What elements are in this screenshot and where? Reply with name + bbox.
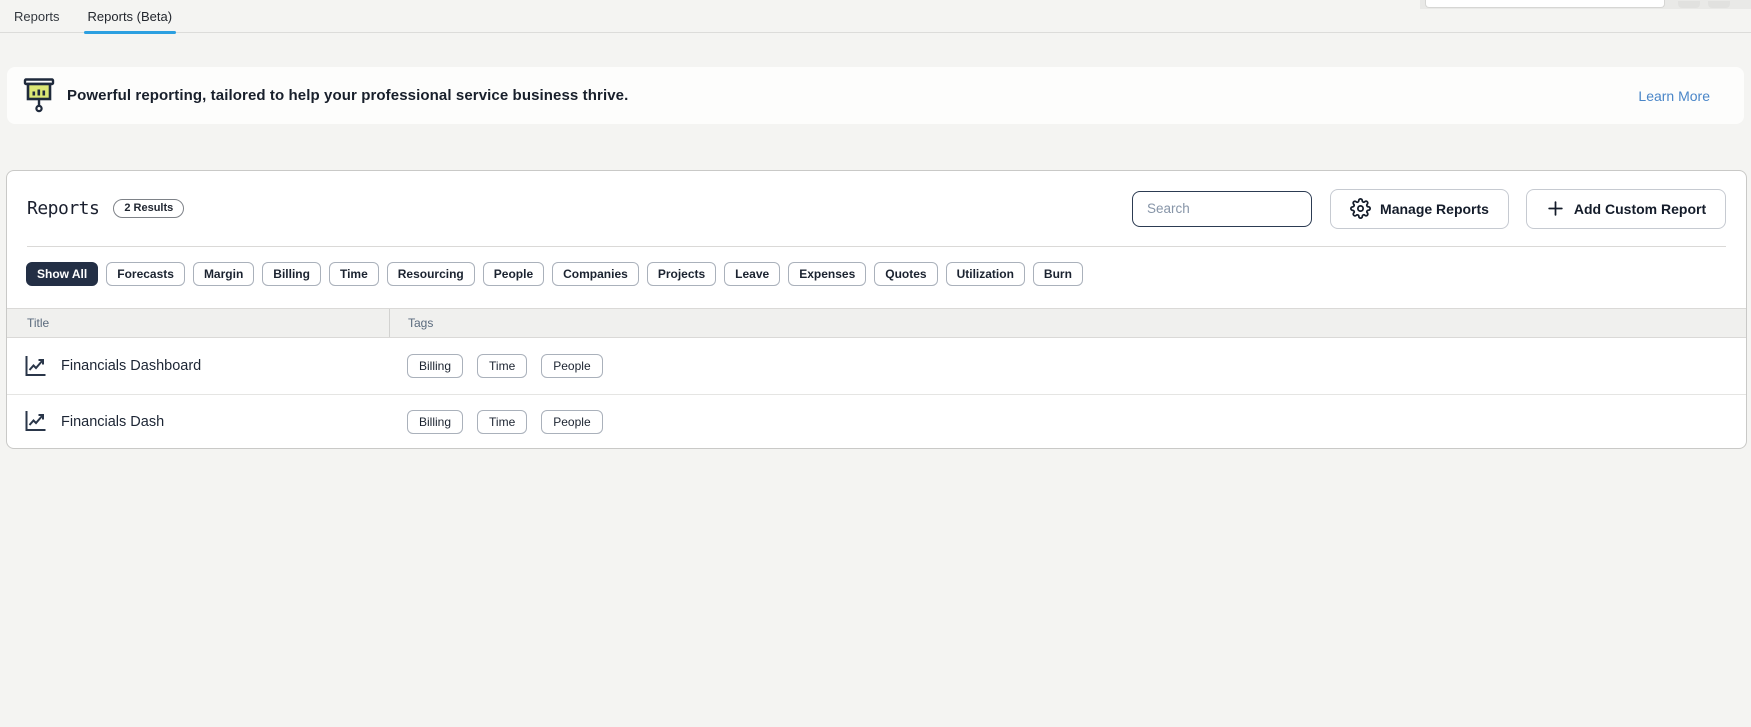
banner-message: Powerful reporting, tailored to help you… (67, 87, 628, 104)
header-actions: Manage Reports Add Custom Report (1132, 189, 1726, 229)
filter-chip-forecasts[interactable]: Forecasts (106, 262, 185, 286)
report-title-cell[interactable]: Financials Dashboard (7, 355, 389, 378)
filter-chip-show-all[interactable]: Show All (26, 262, 98, 286)
search-input[interactable] (1132, 191, 1312, 227)
filter-chip-companies[interactable]: Companies (552, 262, 639, 286)
table-row[interactable]: Financials Dashboard Billing Time People (7, 338, 1746, 395)
report-title: Financials Dashboard (61, 358, 201, 374)
table-body: Financials Dashboard Billing Time People F… (7, 338, 1746, 448)
column-header-tags: Tags (389, 309, 1746, 337)
tag-pill: People (541, 354, 602, 378)
page-title: Reports (27, 198, 99, 219)
line-chart-icon (23, 410, 48, 433)
filter-chip-utilization[interactable]: Utilization (946, 262, 1025, 286)
manage-reports-button[interactable]: Manage Reports (1330, 189, 1509, 229)
presentation-chart-icon (23, 77, 55, 114)
filter-chips-row: Show All Forecasts Margin Billing Time Resour… (7, 247, 1746, 286)
tab-reports-beta[interactable]: Reports (Beta) (74, 0, 187, 33)
add-custom-report-label: Add Custom Report (1574, 201, 1706, 217)
filter-chip-projects[interactable]: Projects (647, 262, 716, 286)
filter-chip-expenses[interactable]: Expenses (788, 262, 866, 286)
report-title-cell[interactable]: Financials Dash (7, 410, 389, 433)
tab-reports[interactable]: Reports (0, 0, 74, 33)
report-tags-cell: Billing Time People (389, 354, 1746, 378)
table-row[interactable]: Financials Dash Billing Time People (7, 395, 1746, 448)
tag-pill: Time (477, 354, 527, 378)
line-chart-icon (23, 355, 48, 378)
promo-banner: Powerful reporting, tailored to help you… (7, 67, 1744, 124)
filter-chip-quotes[interactable]: Quotes (874, 262, 937, 286)
learn-more-link[interactable]: Learn More (1638, 88, 1710, 104)
plus-icon (1546, 199, 1565, 218)
report-tags-cell: Billing Time People (389, 410, 1746, 434)
gear-icon (1350, 198, 1371, 219)
filter-chip-leave[interactable]: Leave (724, 262, 780, 286)
report-title: Financials Dash (61, 414, 164, 430)
filter-chip-time[interactable]: Time (329, 262, 379, 286)
filter-chip-billing[interactable]: Billing (262, 262, 321, 286)
manage-reports-label: Manage Reports (1380, 201, 1489, 217)
tag-pill: People (541, 410, 602, 434)
panel-header: Reports 2 Results Manage Reports (7, 171, 1746, 229)
column-header-title: Title (7, 316, 389, 330)
results-count-badge: 2 Results (113, 199, 184, 218)
filter-chip-resourcing[interactable]: Resourcing (387, 262, 475, 286)
tag-pill: Billing (407, 410, 463, 434)
filter-chip-burn[interactable]: Burn (1033, 262, 1083, 286)
tag-pill: Billing (407, 354, 463, 378)
table-header: Title Tags (7, 308, 1746, 338)
reports-panel: Reports 2 Results Manage Reports (6, 170, 1747, 449)
add-custom-report-button[interactable]: Add Custom Report (1526, 189, 1726, 229)
tag-pill: Time (477, 410, 527, 434)
tab-bar: Reports Reports (Beta) (0, 0, 1751, 33)
filter-chip-margin[interactable]: Margin (193, 262, 254, 286)
reports-table: Title Tags Financials Dashboard Billing T… (7, 308, 1746, 448)
filter-chip-people[interactable]: People (483, 262, 544, 286)
